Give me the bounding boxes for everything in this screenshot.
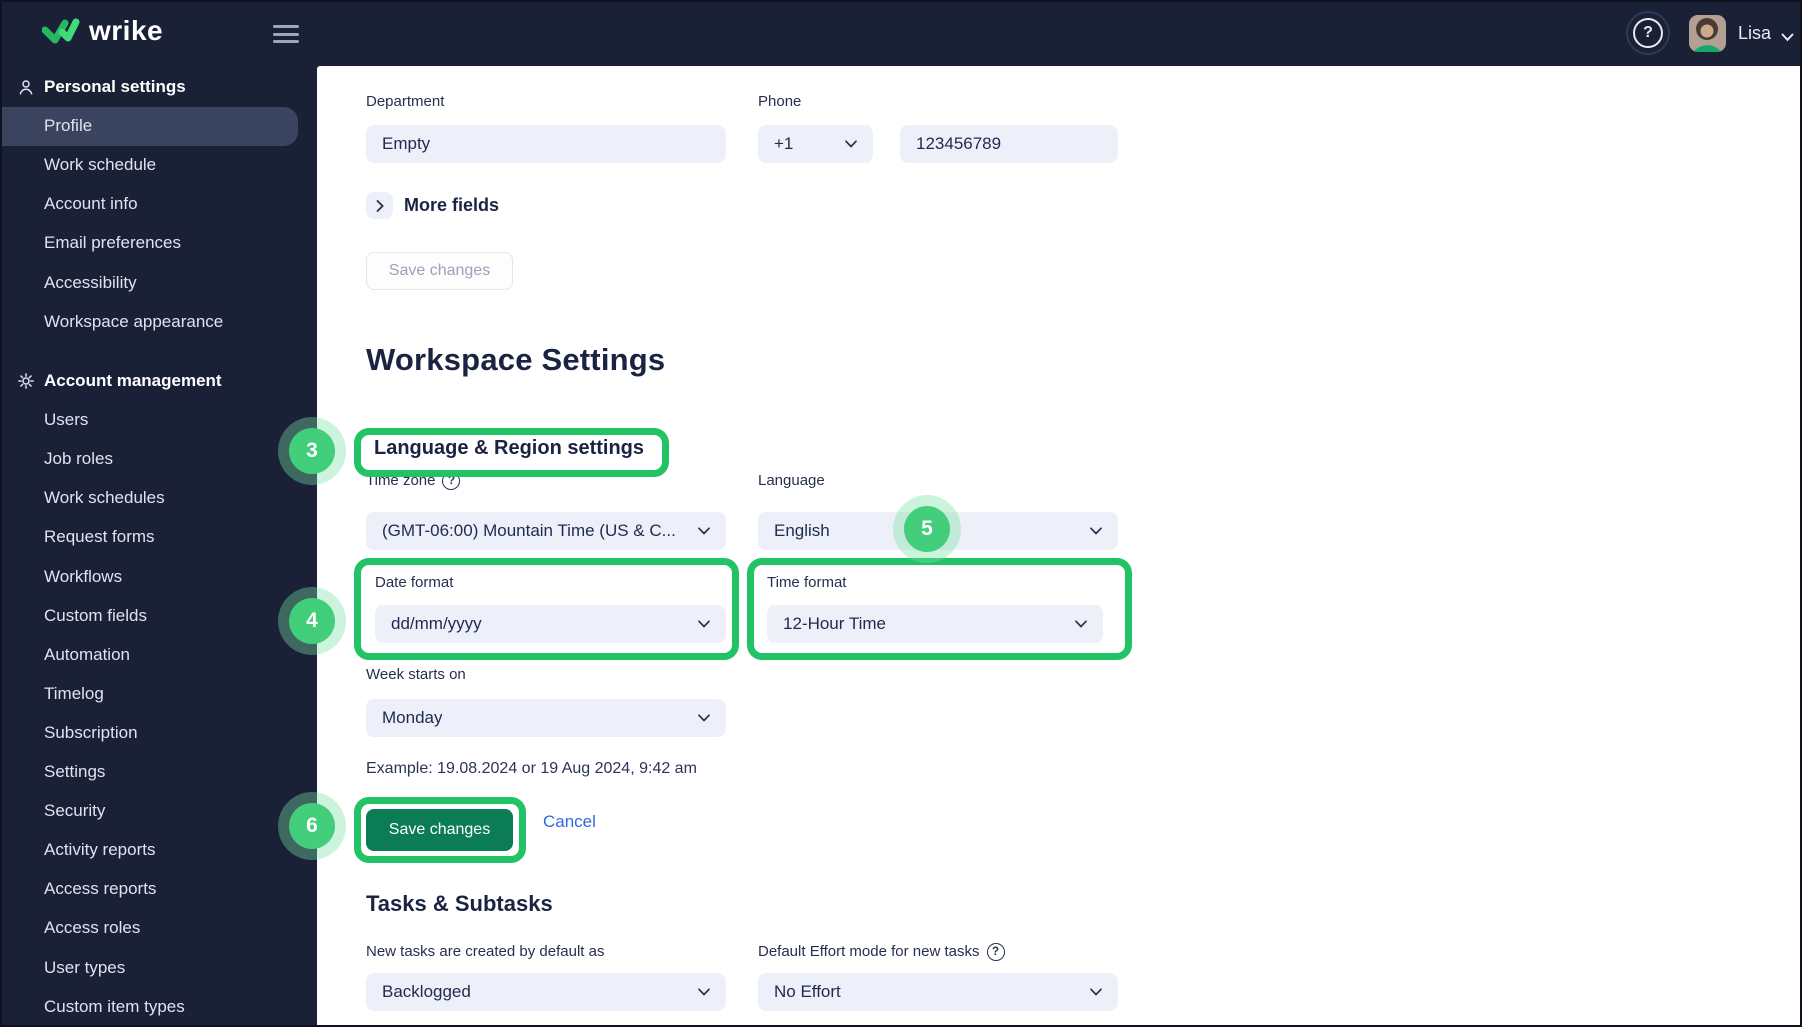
sidebar: Personal settings Profile Work schedule … xyxy=(2,2,317,1025)
date-format-select[interactable]: dd/mm/yyyy xyxy=(375,605,726,643)
sidebar-item-security[interactable]: Security xyxy=(2,792,317,831)
time-format-label: Time format xyxy=(767,574,847,591)
settings-nav: Personal settings Profile Work schedule … xyxy=(2,66,317,1025)
sidebar-item-work-schedules[interactable]: Work schedules xyxy=(2,479,317,518)
nav-section-account-management: Account management xyxy=(2,362,317,401)
chevron-down-icon xyxy=(698,527,710,535)
app-window: Personal settings Profile Work schedule … xyxy=(0,0,1802,1027)
hamburger-menu-icon[interactable] xyxy=(273,25,299,43)
phone-number-field[interactable]: 123456789 xyxy=(900,125,1118,163)
sidebar-item-request-forms[interactable]: Request forms xyxy=(2,518,317,557)
help-button[interactable]: ? xyxy=(1626,11,1670,55)
sidebar-item-custom-fields[interactable]: Custom fields xyxy=(2,596,317,635)
date-format-label: Date format xyxy=(375,574,454,591)
chevron-down-icon xyxy=(698,988,710,996)
chevron-down-icon xyxy=(1090,988,1102,996)
language-label: Language xyxy=(758,472,825,489)
annotation-rect-time-format: Time format 12-Hour Time xyxy=(747,558,1132,660)
annotation-badge-5: 5 xyxy=(893,495,961,563)
wrike-logo[interactable]: wrike xyxy=(42,15,163,47)
save-changes-button[interactable]: Save changes xyxy=(366,809,513,851)
department-label: Department xyxy=(366,93,445,110)
nav-section-label: Account management xyxy=(44,371,222,391)
new-tasks-select[interactable]: Backlogged xyxy=(366,973,726,1011)
time-zone-select[interactable]: (GMT-06:00) Mountain Time (US & C... xyxy=(366,512,726,550)
sidebar-item-profile[interactable]: Profile xyxy=(2,106,298,146)
nav-section-label: Personal settings xyxy=(44,77,186,97)
sidebar-item-accessibility[interactable]: Accessibility xyxy=(2,263,317,302)
language-region-heading: Language & Region settings xyxy=(374,437,645,459)
top-bar: wrike ? Lisa xyxy=(2,2,1800,66)
chevron-down-icon[interactable] xyxy=(1781,29,1794,47)
sidebar-item-settings[interactable]: Settings xyxy=(2,752,317,791)
annotation-badge-3: 3 xyxy=(278,417,346,485)
main-content: Department Phone Empty +1 123456789 More… xyxy=(278,66,1800,1025)
profile-save-changes-button[interactable]: Save changes xyxy=(366,252,513,290)
user-name[interactable]: Lisa xyxy=(1738,23,1771,44)
user-avatar[interactable] xyxy=(1689,15,1726,52)
chevron-down-icon xyxy=(1090,527,1102,535)
question-mark-icon: ? xyxy=(1633,18,1663,48)
sidebar-item-subscription[interactable]: Subscription xyxy=(2,713,317,752)
phone-country-code-select[interactable]: +1 xyxy=(758,125,873,163)
effort-mode-label: Default Effort mode for new tasks ? xyxy=(758,943,1005,961)
time-format-select[interactable]: 12-Hour Time xyxy=(767,605,1103,643)
chevron-right-icon xyxy=(376,199,384,212)
sidebar-item-activity-reports[interactable]: Activity reports xyxy=(2,831,317,870)
sidebar-item-work-schedule[interactable]: Work schedule xyxy=(2,146,317,185)
cancel-link[interactable]: Cancel xyxy=(543,812,596,832)
annotation-rect-save: Save changes xyxy=(354,797,526,863)
sidebar-item-custom-item-types[interactable]: Custom item types xyxy=(2,987,317,1025)
chevron-down-icon xyxy=(698,620,710,628)
more-fields-expander[interactable] xyxy=(366,192,393,219)
chevron-down-icon xyxy=(1075,620,1087,628)
department-field[interactable]: Empty xyxy=(366,125,726,163)
help-circle-icon[interactable]: ? xyxy=(986,943,1005,961)
more-fields-label[interactable]: More fields xyxy=(404,195,499,216)
sidebar-item-users[interactable]: Users xyxy=(2,401,317,440)
annotation-rect-date-format: Date format dd/mm/yyyy xyxy=(354,558,739,660)
workspace-settings-title: Workspace Settings xyxy=(366,342,666,377)
format-example-text: Example: 19.08.2024 or 19 Aug 2024, 9:42… xyxy=(366,760,697,777)
sidebar-item-workflows[interactable]: Workflows xyxy=(2,557,317,596)
phone-label: Phone xyxy=(758,93,802,110)
week-starts-select[interactable]: Monday xyxy=(366,699,726,737)
tasks-subtasks-heading: Tasks & Subtasks xyxy=(366,891,553,916)
week-starts-label: Week starts on xyxy=(366,666,466,683)
chevron-down-icon xyxy=(845,140,857,148)
sidebar-item-access-roles[interactable]: Access roles xyxy=(2,909,317,948)
sidebar-item-access-reports[interactable]: Access reports xyxy=(2,870,317,909)
sidebar-item-timelog[interactable]: Timelog xyxy=(2,674,317,713)
person-icon xyxy=(17,78,35,96)
sidebar-item-user-types[interactable]: User types xyxy=(2,948,317,987)
sidebar-item-workspace-appearance[interactable]: Workspace appearance xyxy=(2,302,317,341)
nav-section-personal-settings: Personal settings xyxy=(2,68,317,107)
chevron-down-icon xyxy=(698,714,710,722)
sidebar-item-account-info[interactable]: Account info xyxy=(2,185,317,224)
sidebar-item-job-roles[interactable]: Job roles xyxy=(2,440,317,479)
annotation-badge-6: 6 xyxy=(278,792,346,860)
annotation-rect-language-region: Language & Region settings xyxy=(354,428,669,477)
sidebar-item-email-preferences[interactable]: Email preferences xyxy=(2,224,317,263)
brand-name: wrike xyxy=(89,15,164,46)
effort-mode-select[interactable]: No Effort xyxy=(758,973,1118,1011)
sidebar-item-automation[interactable]: Automation xyxy=(2,635,317,674)
wrike-logo-icon xyxy=(42,18,80,44)
new-tasks-label: New tasks are created by default as xyxy=(366,943,605,960)
annotation-badge-4: 4 xyxy=(278,587,346,655)
gear-icon xyxy=(17,372,35,390)
